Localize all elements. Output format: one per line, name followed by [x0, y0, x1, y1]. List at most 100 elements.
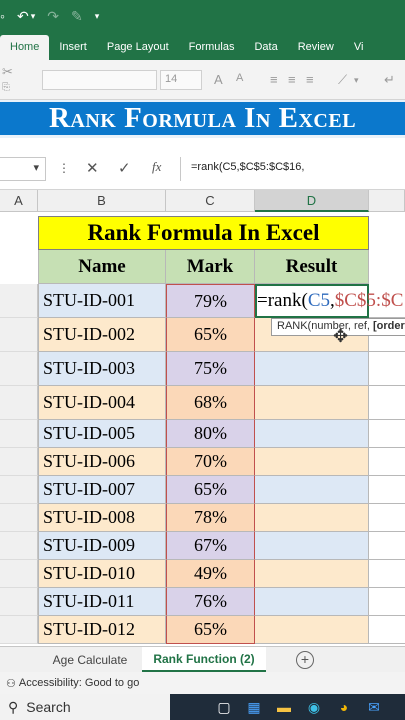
font-name-box[interactable] [42, 70, 157, 90]
table-row-result[interactable] [255, 420, 369, 448]
row-header[interactable] [0, 616, 38, 644]
empty-cell[interactable] [369, 504, 405, 532]
table-row-mark[interactable]: 68% [166, 386, 255, 420]
in-cell-formula[interactable]: =rank(C5, $C$5:$C [257, 286, 403, 316]
row-header[interactable] [0, 420, 38, 448]
cancel-icon[interactable]: ✕ [86, 159, 99, 177]
table-row-mark[interactable]: 80% [166, 420, 255, 448]
enter-check-icon[interactable]: ✓ [118, 159, 131, 177]
row-header[interactable] [0, 588, 38, 616]
row-header[interactable] [0, 284, 38, 318]
align-left-icon[interactable]: ≡ [270, 72, 278, 87]
row-header[interactable] [0, 532, 38, 560]
increase-font-icon[interactable]: A [214, 72, 223, 87]
name-box[interactable]: ▾ [0, 157, 46, 181]
row-header[interactable] [0, 318, 38, 352]
table-row-mark[interactable]: 79% [166, 284, 255, 318]
column-header-c[interactable]: C [166, 190, 255, 212]
table-row-result[interactable] [255, 476, 369, 504]
table-row-result[interactable] [255, 588, 369, 616]
mail-icon[interactable]: ✉ [364, 697, 384, 717]
table-row-mark[interactable]: 65% [166, 616, 255, 644]
store-icon[interactable]: ▦ [244, 697, 264, 717]
table-title[interactable]: Rank Formula In Excel [38, 216, 369, 250]
empty-cell[interactable] [369, 616, 405, 644]
column-header-a[interactable]: A [0, 190, 38, 212]
tab-formulas[interactable]: Formulas [179, 41, 245, 60]
table-row-result[interactable] [255, 386, 369, 420]
header-result[interactable]: Result [255, 250, 369, 284]
row-header[interactable] [0, 560, 38, 588]
row-header[interactable] [0, 352, 38, 386]
insert-function-icon[interactable]: fx [152, 159, 161, 175]
copy-icon[interactable]: ⎘ [2, 82, 10, 93]
header-mark[interactable]: Mark [166, 250, 255, 284]
add-sheet-icon[interactable]: + [296, 651, 314, 669]
chevron-down-icon[interactable]: ▾ [33, 161, 39, 174]
empty-cell[interactable] [369, 386, 405, 420]
undo-icon[interactable]: ↶ [17, 8, 29, 25]
align-right-icon[interactable]: ≡ [306, 72, 314, 87]
table-row-name[interactable]: STU-ID-001 [38, 284, 166, 318]
sheet-tab-rank-function[interactable]: Rank Function (2) [142, 647, 266, 673]
empty-cell[interactable] [369, 448, 405, 476]
table-row-mark[interactable]: 65% [166, 318, 255, 352]
table-row-mark[interactable]: 49% [166, 560, 255, 588]
table-row-name[interactable]: STU-ID-012 [38, 616, 166, 644]
edge-icon[interactable]: ◉ [304, 697, 324, 717]
cut-icon[interactable]: ✂ [2, 64, 13, 80]
empty-cell[interactable] [369, 560, 405, 588]
brush-icon[interactable]: ✎ [71, 8, 83, 25]
accessibility-icon[interactable]: ⚇ [6, 677, 16, 690]
table-row-name[interactable]: STU-ID-002 [38, 318, 166, 352]
file-explorer-icon[interactable]: ▬ [274, 697, 294, 717]
orientation-icon[interactable]: ⟋ [338, 72, 347, 88]
table-row-result[interactable] [255, 532, 369, 560]
table-row-name[interactable]: STU-ID-006 [38, 448, 166, 476]
wrap-text-icon[interactable]: ↵ [384, 72, 395, 88]
formula-input[interactable]: =rank(C5,$C$5:$C$16, [180, 157, 405, 181]
tab-vi[interactable]: Vi [344, 41, 374, 60]
empty-cell[interactable] [369, 588, 405, 616]
row-header[interactable] [0, 504, 38, 532]
tab-review[interactable]: Review [288, 41, 344, 60]
tab-page-layout[interactable]: Page Layout [97, 41, 179, 60]
orientation-dropdown-icon[interactable]: ▾ [354, 75, 359, 86]
table-row-name[interactable]: STU-ID-003 [38, 352, 166, 386]
table-row-mark[interactable]: 65% [166, 476, 255, 504]
table-row-mark[interactable]: 76% [166, 588, 255, 616]
table-row-name[interactable]: STU-ID-005 [38, 420, 166, 448]
table-row-name[interactable]: STU-ID-011 [38, 588, 166, 616]
table-row-name[interactable]: STU-ID-010 [38, 560, 166, 588]
column-header-b[interactable]: B [38, 190, 166, 212]
tab-insert[interactable]: Insert [49, 41, 97, 60]
customize-qat-icon[interactable]: ▾ [95, 11, 100, 22]
redo-icon[interactable]: ↷ [47, 8, 59, 25]
accessibility-status[interactable]: Accessibility: Good to go [19, 677, 139, 689]
column-header-d[interactable]: D [255, 190, 369, 212]
more-options-icon[interactable]: ⋮ [58, 161, 70, 175]
table-row-name[interactable]: STU-ID-007 [38, 476, 166, 504]
column-header-e[interactable] [369, 190, 405, 212]
row-header[interactable] [0, 448, 38, 476]
table-row-result[interactable] [255, 352, 369, 386]
empty-cell[interactable] [369, 476, 405, 504]
align-center-icon[interactable]: ≡ [288, 72, 296, 87]
tab-home[interactable]: Home [0, 35, 50, 60]
taskbar-search[interactable]: ⚲ Search [0, 694, 170, 720]
table-row-mark[interactable]: 75% [166, 352, 255, 386]
table-row-mark[interactable]: 67% [166, 532, 255, 560]
table-row-result[interactable] [255, 448, 369, 476]
empty-cell[interactable] [369, 532, 405, 560]
font-size-box[interactable]: 14 [160, 70, 202, 90]
sheet-tab-age-calculate[interactable]: Age Calculate [40, 647, 140, 673]
undo-dropdown-icon[interactable]: ▾ [31, 11, 36, 22]
decrease-font-icon[interactable]: A [236, 72, 243, 84]
tab-data[interactable]: Data [244, 41, 287, 60]
table-row-result[interactable] [255, 504, 369, 532]
header-name[interactable]: Name [38, 250, 166, 284]
table-row-name[interactable]: STU-ID-009 [38, 532, 166, 560]
table-row-result[interactable] [255, 560, 369, 588]
browser-icon[interactable]: ◕ [334, 697, 354, 717]
table-row-mark[interactable]: 78% [166, 504, 255, 532]
